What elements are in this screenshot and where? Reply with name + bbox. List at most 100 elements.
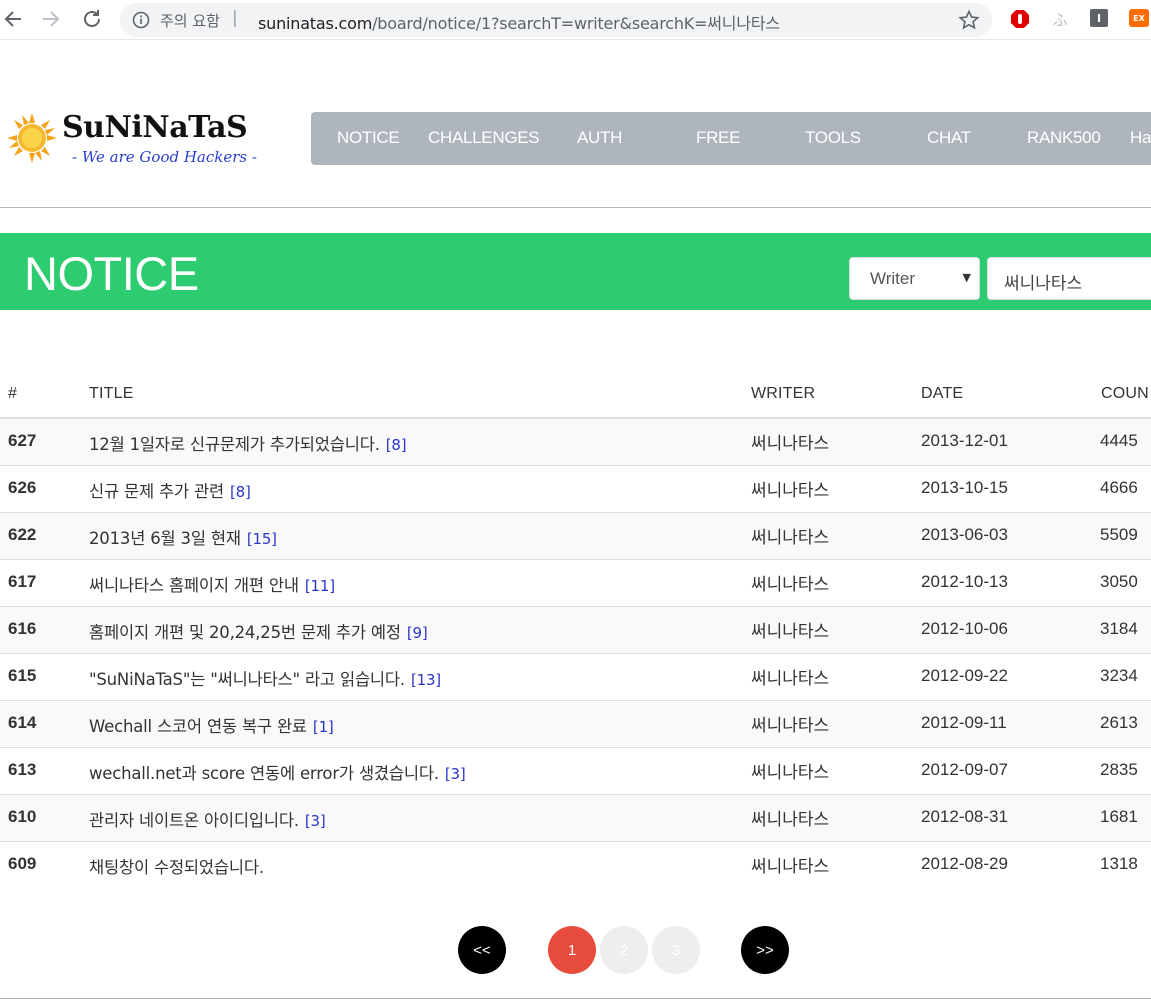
post-title-cell: 신규 문제 추가 관련 [8] — [89, 478, 251, 502]
adblock-stop-icon[interactable] — [1010, 9, 1030, 29]
table-row: 610 관리자 네이트온 아이디입니다. [3] 써니나타스 2012-08-31… — [0, 795, 1151, 842]
post-title-cell: 써니나타스 홈페이지 개편 안내 [11] — [89, 572, 335, 596]
browser-toolbar: 주의 요함 | suninatas.com/board/notice/1?sea… — [0, 0, 1151, 40]
post-view-count: 4666 — [1100, 478, 1138, 497]
page-button-1[interactable]: 1 — [548, 926, 596, 974]
nav-item-challenges[interactable]: CHALLENGES — [428, 128, 540, 148]
post-writer: 써니나타스 — [751, 669, 830, 689]
post-number: 610 — [8, 807, 37, 826]
post-number: 626 — [8, 478, 37, 497]
post-number: 622 — [8, 525, 37, 544]
table-row: 616 홈페이지 개편 및 20,24,25번 문제 추가 예정 [9] 써니나타… — [0, 607, 1151, 654]
page-button-3[interactable]: 3 — [652, 926, 700, 974]
post-number: 615 — [8, 666, 37, 685]
comment-count-link[interactable]: [9] — [407, 624, 428, 642]
info-icon[interactable] — [132, 11, 150, 29]
extension-i-icon[interactable]: I — [1090, 9, 1108, 27]
post-title-cell: "SuNiNaTaS"는 "써니나타스" 라고 읽습니다. [13] — [89, 666, 441, 690]
table-row: 614 Wechall 스코어 연동 복구 완료 [1] 써니나타스 2012-0… — [0, 701, 1151, 748]
post-title-link[interactable]: wechall.net과 score 연동에 error가 생겼습니다. — [89, 764, 439, 783]
extension-fu-icon[interactable]: ふ — [1050, 9, 1070, 29]
post-title-cell: 홈페이지 개편 및 20,24,25번 문제 추가 예정 [9] — [89, 619, 428, 643]
comment-count-link[interactable]: [3] — [445, 765, 466, 783]
post-date: 2012-10-13 — [921, 572, 1008, 591]
reload-button[interactable] — [79, 6, 105, 32]
post-title-link[interactable]: 12월 1일자로 신규문제가 추가되었습니다. — [89, 435, 380, 454]
post-title-link[interactable]: Wechall 스코어 연동 복구 완료 — [89, 717, 307, 736]
table-row: 613 wechall.net과 score 연동에 error가 생겼습니다.… — [0, 748, 1151, 795]
comment-count-link[interactable]: [15] — [247, 530, 277, 548]
post-view-count: 2613 — [1100, 713, 1138, 732]
back-button[interactable] — [0, 6, 26, 32]
extension-ex-icon[interactable]: EX — [1129, 9, 1149, 27]
comment-count-link[interactable]: [11] — [305, 577, 335, 595]
post-writer: 써니나타스 — [751, 763, 830, 783]
search-type-select[interactable]: Writer ▼ — [849, 257, 980, 300]
nav-item-notice[interactable]: NOTICE — [337, 128, 400, 148]
post-writer: 써니나타스 — [751, 528, 830, 548]
search-type-value: Writer — [870, 269, 916, 288]
comment-count-link[interactable]: [8] — [386, 436, 407, 454]
post-view-count: 1681 — [1100, 807, 1138, 826]
post-title-cell: 채팅창이 수정되었습니다. — [89, 854, 270, 878]
post-title-link[interactable]: 신규 문제 추가 관련 — [89, 482, 224, 501]
post-writer: 써니나타스 — [751, 810, 830, 830]
post-view-count: 5509 — [1100, 525, 1138, 544]
post-title-link[interactable]: 홈페이지 개편 및 20,24,25번 문제 추가 예정 — [89, 623, 401, 642]
page-button-2[interactable]: 2 — [600, 926, 648, 974]
site-logo[interactable]: SuNiNaTaS - We are Good Hackers - — [8, 110, 257, 174]
sun-logo-icon — [8, 113, 57, 163]
table-header-row: # TITLE WRITER DATE COUN — [0, 371, 1151, 419]
post-title-cell: 2013년 6월 3일 현재 [15] — [89, 525, 277, 549]
post-date: 2012-10-06 — [921, 619, 1008, 638]
nav-item-hall[interactable]: Ha — [1130, 128, 1151, 148]
post-view-count: 2835 — [1100, 760, 1138, 779]
comment-count-link[interactable]: [13] — [411, 671, 441, 689]
table-row: 615 "SuNiNaTaS"는 "써니나타스" 라고 읽습니다. [13] 써니… — [0, 654, 1151, 701]
post-view-count: 4445 — [1100, 431, 1138, 450]
url-text[interactable]: suninatas.com/board/notice/1?searchT=wri… — [258, 10, 780, 34]
next-page-button[interactable]: >> — [741, 926, 789, 974]
nav-item-chat[interactable]: CHAT — [927, 128, 971, 148]
bookmark-star-icon[interactable] — [958, 9, 980, 31]
post-title-link[interactable]: 써니나타스 홈페이지 개편 안내 — [89, 576, 299, 595]
post-title-link[interactable]: 관리자 네이트온 아이디입니다. — [89, 811, 299, 830]
comment-count-link[interactable]: [1] — [313, 718, 334, 736]
nav-item-tools[interactable]: TOOLS — [805, 128, 861, 148]
post-title-link[interactable]: 채팅창이 수정되었습니다. — [89, 858, 264, 877]
post-title-link[interactable]: 2013년 6월 3일 현재 — [89, 529, 241, 548]
comment-count-link[interactable]: [8] — [230, 483, 251, 501]
url-domain: suninatas.com — [258, 14, 373, 33]
table-row: 617 써니나타스 홈페이지 개편 안내 [11] 써니나타스 2012-10-1… — [0, 560, 1151, 607]
post-writer: 써니나타스 — [751, 857, 830, 877]
post-title-cell: wechall.net과 score 연동에 error가 생겼습니다. [3] — [89, 760, 466, 784]
notice-table: # TITLE WRITER DATE COUN 627 12월 1일자로 신규… — [0, 371, 1151, 889]
header-writer: WRITER — [751, 385, 816, 402]
address-bar[interactable]: 주의 요함 | suninatas.com/board/notice/1?sea… — [120, 3, 992, 37]
post-number: 613 — [8, 760, 37, 779]
security-warning[interactable]: 주의 요함 — [160, 10, 220, 31]
header-number: # — [8, 385, 18, 402]
post-view-count: 3050 — [1100, 572, 1138, 591]
nav-item-rank500[interactable]: RANK500 — [1027, 128, 1101, 148]
post-title-cell: 12월 1일자로 신규문제가 추가되었습니다. [8] — [89, 431, 407, 455]
header-title: TITLE — [89, 385, 134, 402]
post-date: 2012-08-31 — [921, 807, 1008, 826]
forward-button[interactable] — [38, 6, 64, 32]
table-row: 609 채팅창이 수정되었습니다. 써니나타스 2012-08-29 1318 — [0, 842, 1151, 889]
prev-page-button[interactable]: << — [458, 926, 506, 974]
search-keyword-input[interactable]: 써니나타스 — [987, 257, 1151, 300]
post-date: 2012-09-11 — [921, 713, 1007, 732]
post-title-link[interactable]: "SuNiNaTaS"는 "써니나타스" 라고 읽습니다. — [89, 670, 405, 689]
post-view-count: 3234 — [1100, 666, 1138, 685]
post-number: 614 — [8, 713, 37, 732]
nav-item-auth[interactable]: AUTH — [577, 128, 622, 148]
nav-item-free[interactable]: FREE — [696, 128, 740, 148]
comment-count-link[interactable]: [3] — [305, 812, 326, 830]
logo-brand-text: SuNiNaTaS — [62, 110, 248, 145]
arrow-left-icon — [4, 11, 21, 27]
table-row: 626 신규 문제 추가 관련 [8] 써니나타스 2013-10-15 4666 — [0, 466, 1151, 513]
url-path: /board/notice/1?searchT=writer&searchK=써… — [372, 14, 780, 33]
post-date: 2012-09-07 — [921, 760, 1008, 779]
post-date: 2013-10-15 — [921, 478, 1008, 497]
